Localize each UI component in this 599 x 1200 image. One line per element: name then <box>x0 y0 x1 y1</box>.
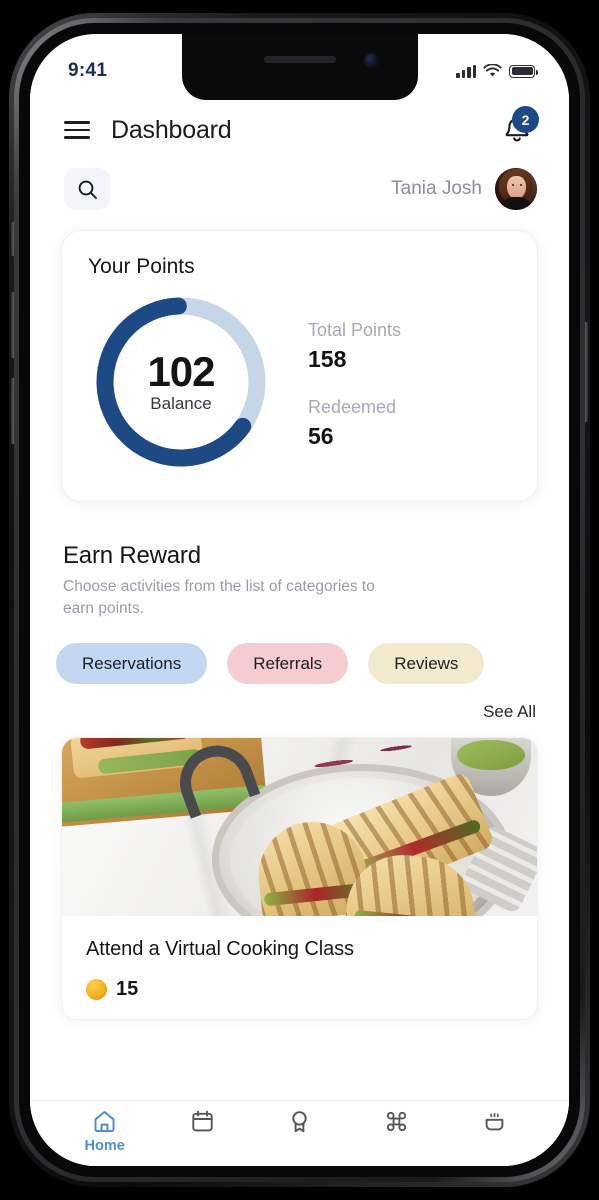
earn-reward-title: Earn Reward <box>63 542 201 569</box>
avatar[interactable] <box>495 168 537 210</box>
app-header: Dashboard 2 <box>30 94 569 156</box>
reward-points-value: 15 <box>116 978 139 1000</box>
status-bar: 9:41 <box>30 34 569 94</box>
balance-value: 102 <box>147 347 215 395</box>
donut-center-labels: 102 Balance <box>88 289 274 475</box>
user-name: Tania Josh <box>391 178 482 199</box>
cellular-signal-icon <box>456 64 476 78</box>
reward-card[interactable]: Attend a Virtual Cooking Class 15 <box>61 737 538 1020</box>
stat-redeemed: Redeemed 56 <box>308 397 401 450</box>
command-offers-icon <box>387 1111 407 1132</box>
earn-reward-subtitle: Choose activities from the list of categ… <box>63 578 375 617</box>
chip-referrals[interactable]: Referrals <box>227 643 349 684</box>
phone-frame: 9:41 Dashboard 2 Tania Josh Your Points … <box>8 12 591 1188</box>
stat-label: Redeemed <box>308 397 397 417</box>
balance-label: Balance <box>150 393 212 413</box>
phone-bezel: 9:41 Dashboard 2 Tania Josh Your Points … <box>19 23 580 1177</box>
search-icon <box>78 180 97 199</box>
see-all-row: See All <box>30 684 569 722</box>
notification-badge: 2 <box>512 106 539 133</box>
points-stats: Total Points 158 Redeemed 56 <box>308 314 401 450</box>
user-profile[interactable]: Tania Josh <box>391 168 537 210</box>
nav-item-rewards[interactable] <box>251 1108 348 1135</box>
hamburger-menu-icon[interactable] <box>64 121 90 139</box>
stat-value: 56 <box>308 423 334 449</box>
points-donut-chart: 102 Balance <box>88 289 274 475</box>
stat-total-points: Total Points 158 <box>308 320 401 373</box>
search-button[interactable] <box>64 168 110 210</box>
reward-body: Attend a Virtual Cooking Class 15 <box>62 916 537 1019</box>
phone-screen: 9:41 Dashboard 2 Tania Josh Your Points … <box>30 34 569 1166</box>
search-user-row: Tania Josh <box>30 156 569 216</box>
phone-frame-mid: 9:41 Dashboard 2 Tania Josh Your Points … <box>14 18 585 1182</box>
reward-image <box>62 738 537 916</box>
nav-item-dining[interactable] <box>446 1108 543 1135</box>
battery-icon <box>509 64 538 78</box>
coin-icon <box>86 979 107 1000</box>
chip-reviews[interactable]: Reviews <box>368 643 485 684</box>
award-medal-icon <box>292 1111 307 1133</box>
category-chips[interactable]: Reservations Referrals Reviews <box>56 643 537 684</box>
nav-item-calendar[interactable] <box>153 1108 250 1135</box>
calendar-icon <box>191 1110 213 1132</box>
scroll-fade <box>30 1074 569 1100</box>
see-all-link[interactable]: See All <box>483 702 536 722</box>
nav-label-home: Home <box>84 1138 125 1154</box>
page-title: Dashboard <box>111 115 232 144</box>
food-bowl-icon <box>485 1112 504 1131</box>
points-card: Your Points 102 Balance Total Points 158… <box>61 230 538 502</box>
nav-item-offers[interactable] <box>348 1108 445 1135</box>
earn-reward-section: Earn Reward Choose activities from the l… <box>30 502 569 684</box>
nav-item-home[interactable]: Home <box>56 1108 153 1154</box>
status-time: 9:41 <box>68 60 108 81</box>
bottom-navigation: Home <box>30 1100 569 1166</box>
chip-reservations[interactable]: Reservations <box>56 643 208 684</box>
home-icon <box>94 1111 115 1132</box>
stat-label: Total Points <box>308 320 402 340</box>
wifi-icon <box>483 64 502 77</box>
scroll-area[interactable]: Dashboard 2 Tania Josh Your Points 102 B… <box>30 94 569 1100</box>
stat-value: 158 <box>308 346 347 372</box>
reward-points: 15 <box>86 978 513 1001</box>
points-card-title: Your Points <box>88 255 195 278</box>
status-indicators <box>456 64 538 78</box>
screenshot-stage: 9:41 Dashboard 2 Tania Josh Your Points … <box>0 0 599 1200</box>
reward-title: Attend a Virtual Cooking Class <box>86 938 354 960</box>
app-container: Dashboard 2 Tania Josh Your Points 102 B… <box>30 34 569 1166</box>
notifications-button[interactable]: 2 <box>497 106 539 150</box>
